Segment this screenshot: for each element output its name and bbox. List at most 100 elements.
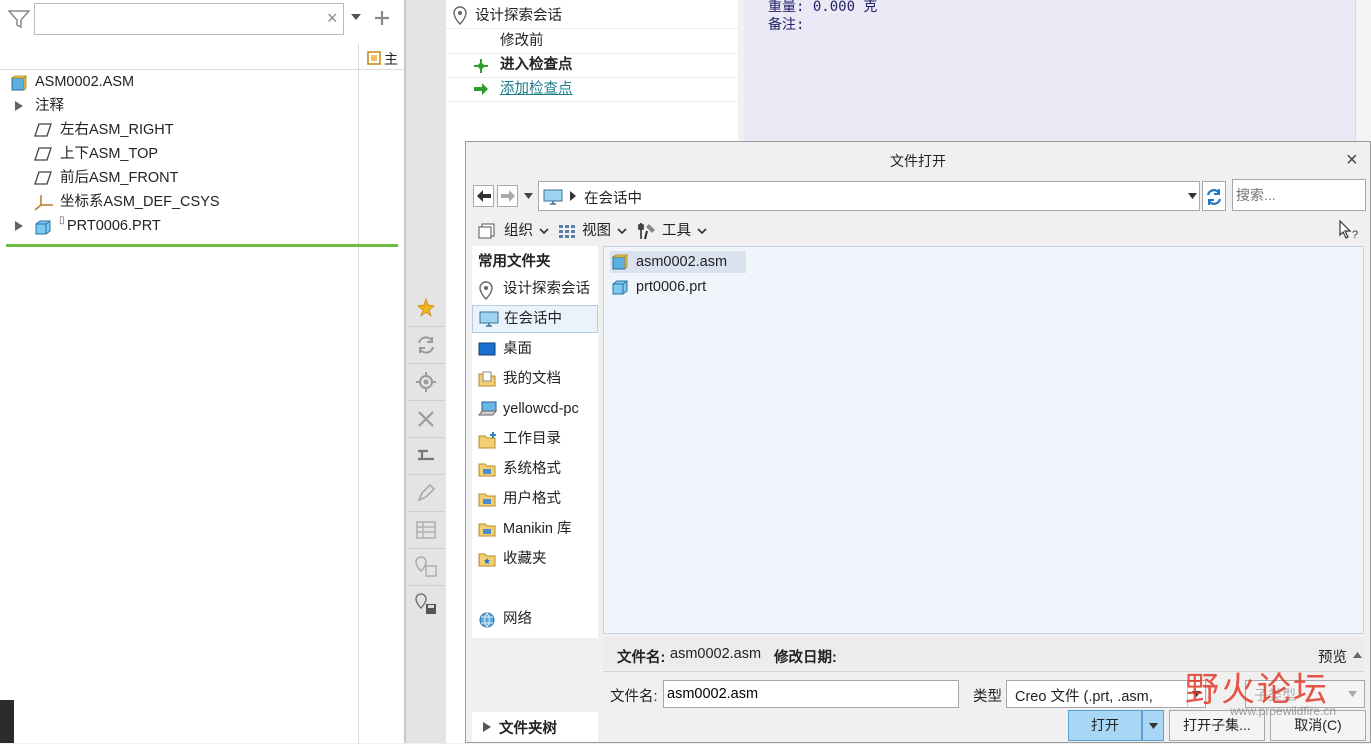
- session-item-label: 进入检查点: [500, 57, 573, 73]
- column-header[interactable]: 主: [384, 49, 398, 69]
- open-button[interactable]: 打开: [1068, 710, 1142, 741]
- vertical-scrollbar[interactable]: [1355, 0, 1371, 141]
- status-indicator: [0, 700, 14, 743]
- close-icon[interactable]: ×: [1346, 149, 1358, 172]
- filter-icon[interactable]: [8, 9, 30, 29]
- clear-icon[interactable]: ×: [327, 8, 338, 29]
- datum-plane-icon: [34, 171, 52, 185]
- type-select[interactable]: Creo 文件 (.prt, .asm,: [1006, 680, 1206, 708]
- assembly-file-icon: [612, 254, 628, 270]
- tree-item-plane-top[interactable]: 上下ASM_TOP: [0, 142, 358, 166]
- assembly-icon: [11, 75, 27, 91]
- favorite-manikin-library[interactable]: Manikin 库: [472, 515, 598, 543]
- folder-tree-label: 文件夹树: [499, 721, 557, 737]
- splitter[interactable]: [404, 0, 406, 743]
- monitor-icon: [543, 189, 563, 205]
- session-item-enter-checkpoint[interactable]: 进入检查点: [446, 53, 738, 78]
- notes-line: 备注:: [768, 17, 805, 33]
- cancel-button[interactable]: 取消(C): [1270, 710, 1366, 741]
- working-folder-icon: [478, 431, 498, 449]
- back-button[interactable]: [473, 185, 494, 207]
- desktop-icon: [478, 342, 496, 356]
- forward-button[interactable]: [497, 185, 518, 207]
- session-item-label: 添加检查点: [500, 81, 573, 97]
- folder-tree-toggle[interactable]: 文件夹树: [472, 712, 598, 742]
- checkpoint-tool-button[interactable]: [408, 549, 445, 586]
- session-header[interactable]: 设计探索会话: [446, 4, 738, 29]
- filename-field-label: 文件名:: [610, 689, 658, 705]
- tree-item-label: 注释: [35, 98, 64, 114]
- favorite-favorites[interactable]: 收藏夹: [472, 545, 598, 573]
- tree-item-annotations[interactable]: 注释: [0, 94, 358, 118]
- add-checkpoint-link[interactable]: 添加检查点: [446, 77, 738, 102]
- target-button[interactable]: [408, 364, 445, 401]
- favorite-in-session[interactable]: 在会话中: [472, 305, 598, 333]
- favorite-system-formats[interactable]: 系统格式: [472, 455, 598, 483]
- preview-toggle[interactable]: 预览: [1318, 646, 1347, 667]
- open-subset-label: 打开子集...: [1183, 717, 1251, 733]
- delete-button[interactable]: [408, 401, 445, 438]
- tree-item-csys[interactable]: 坐标系ASM_DEF_CSYS: [0, 190, 358, 214]
- computer-icon: [478, 401, 498, 417]
- favorite-label: Manikin 库: [503, 521, 572, 537]
- file-item-asm[interactable]: asm0002.asm: [610, 251, 746, 273]
- arrow-right-icon: [473, 82, 489, 96]
- refresh-session-button[interactable]: [408, 327, 445, 364]
- favorite-computer[interactable]: yellowcd-pc: [472, 395, 598, 423]
- open-subset-button[interactable]: 打开子集...: [1169, 710, 1265, 741]
- session-item-before[interactable]: 修改前: [446, 29, 738, 54]
- favorite-my-documents[interactable]: 我的文档: [472, 365, 598, 393]
- help-pointer-icon[interactable]: ?: [1338, 220, 1360, 240]
- info-filename-value: asm0002.asm: [670, 646, 762, 662]
- refresh-button[interactable]: [1202, 181, 1226, 211]
- history-dropdown-icon[interactable]: [524, 193, 533, 199]
- formats-folder-icon: [478, 461, 496, 477]
- edit-button[interactable]: [408, 475, 445, 512]
- path-segment[interactable]: 在会话中: [584, 187, 642, 208]
- datum-plane-icon: [34, 147, 52, 161]
- open-options-dropdown[interactable]: [1142, 710, 1164, 741]
- save-checkpoint-button[interactable]: [408, 586, 445, 622]
- column-header-icon: [366, 50, 382, 66]
- tree-item-label: 上下ASM_TOP: [60, 146, 159, 162]
- favorite-design-session[interactable]: 设计探索会话: [472, 275, 598, 303]
- chevron-down-icon[interactable]: [351, 13, 361, 21]
- info-filename-label: 文件名:: [617, 650, 666, 666]
- tools-label: 工具: [662, 223, 691, 239]
- favorite-user-formats[interactable]: 用户格式: [472, 485, 598, 513]
- favorite-label: 用户格式: [503, 491, 561, 507]
- table-button[interactable]: [408, 512, 445, 549]
- insert-here-marker: [6, 244, 398, 247]
- network-icon: [478, 611, 498, 629]
- open-button-label: 打开: [1091, 717, 1119, 733]
- tree-item-part[interactable]: ▯ PRT0006.PRT: [0, 214, 358, 238]
- tree-item-plane-front[interactable]: 前后ASM_FRONT: [0, 166, 358, 190]
- tree-item-plane-right[interactable]: 左右ASM_RIGHT: [0, 118, 358, 142]
- add-icon[interactable]: [373, 9, 391, 27]
- checkpoint-icon: [473, 58, 489, 74]
- subtype-select[interactable]: 子类型: [1245, 680, 1365, 708]
- favorite-desktop[interactable]: 桌面: [472, 335, 598, 363]
- small-marker-icon: ▯: [59, 215, 65, 226]
- branch-button[interactable]: [408, 438, 445, 475]
- location-pin-icon: [452, 6, 468, 26]
- library-folder-icon: [478, 521, 496, 537]
- location-pin-icon: [478, 281, 494, 301]
- search-input[interactable]: [1232, 179, 1366, 211]
- tree-filter-input[interactable]: [34, 3, 344, 35]
- favorite-network[interactable]: 网络: [472, 605, 598, 633]
- new-session-button[interactable]: [408, 290, 445, 327]
- type-label: 类型: [973, 689, 1002, 705]
- subtype-placeholder: 子类型: [1254, 687, 1296, 703]
- tree-item-label: PRT0006.PRT: [67, 218, 161, 234]
- path-bar[interactable]: 在会话中: [538, 181, 1200, 211]
- expand-arrow-icon[interactable]: [15, 101, 23, 111]
- path-dropdown-icon[interactable]: [1188, 193, 1197, 199]
- favorite-label: 收藏夹: [503, 551, 547, 567]
- expand-arrow-icon[interactable]: [15, 221, 23, 231]
- filename-input[interactable]: [663, 680, 959, 708]
- type-select-value: Creo 文件 (.prt, .asm,: [1015, 689, 1153, 705]
- tree-item-asm[interactable]: ASM0002.ASM: [0, 70, 358, 94]
- part-file-icon: [612, 279, 628, 295]
- favorite-working-directory[interactable]: 工作目录: [472, 425, 598, 453]
